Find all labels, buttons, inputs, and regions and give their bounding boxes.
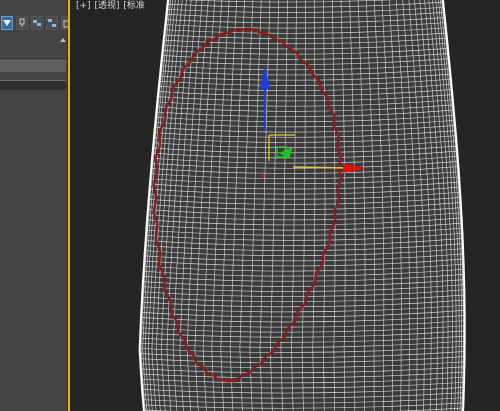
viewport-shading-mode[interactable]: [标准	[123, 1, 145, 11]
rollout-collapse-arrow[interactable]	[0, 36, 68, 44]
app-window: [+] [透视] [标准	[0, 0, 500, 411]
modifier-list-item[interactable]	[0, 60, 66, 72]
make-unique-icon[interactable]	[46, 16, 58, 30]
active-viewport-border	[68, 0, 70, 411]
chevron-up-icon	[60, 38, 66, 42]
rollout-header[interactable]	[0, 80, 66, 90]
show-end-result-icon[interactable]	[31, 16, 43, 30]
viewport-view-name[interactable]: [透视]	[94, 1, 119, 11]
viewport-menu-plus[interactable]: [+]	[76, 1, 91, 11]
perspective-viewport[interactable]: [+] [透视] [标准	[68, 0, 500, 411]
x-axis-line[interactable]	[292, 166, 350, 169]
viewport-label[interactable]: [+] [透视] [标准	[76, 0, 146, 12]
modifier-stack-toolbar	[0, 12, 73, 34]
move-gizmo[interactable]	[68, 0, 500, 411]
funnel-filter-icon[interactable]	[1, 16, 13, 30]
x-axis-arrow[interactable]	[343, 163, 367, 173]
command-panel	[0, 0, 73, 411]
z-axis-arrow[interactable]	[260, 65, 270, 89]
pin-stack-icon[interactable]	[16, 16, 28, 30]
